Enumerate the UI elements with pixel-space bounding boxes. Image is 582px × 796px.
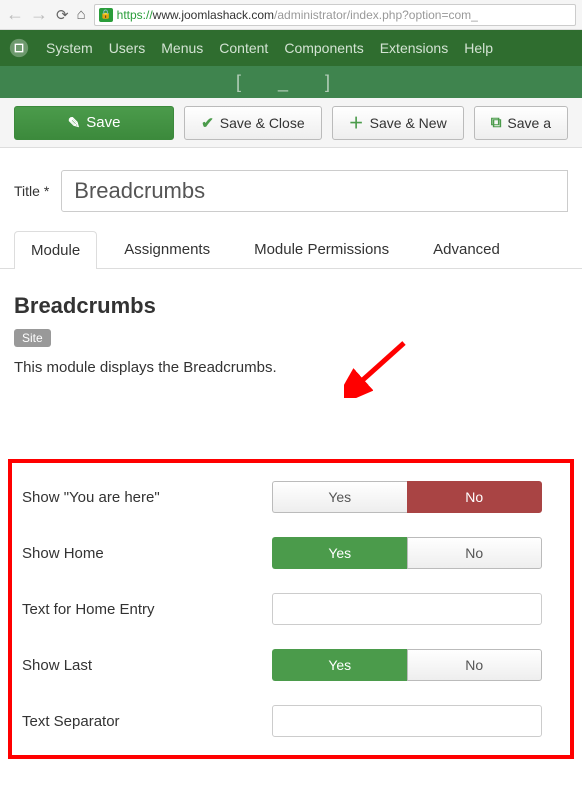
tabs: Module Assignments Module Permissions Ad…: [0, 212, 582, 269]
toggle-no[interactable]: No: [407, 537, 543, 569]
title-label: Title *: [14, 183, 49, 199]
field-show-home: Show Home Yes No: [22, 537, 560, 569]
copy-icon: ⧉: [491, 114, 502, 131]
toggle-no[interactable]: No: [407, 481, 543, 513]
menu-help[interactable]: Help: [464, 40, 493, 56]
input-text-home-entry[interactable]: [272, 593, 542, 625]
field-show-you-are-here: Show "You are here" Yes No: [22, 481, 560, 513]
menu-extensions[interactable]: Extensions: [380, 40, 448, 56]
input-text-separator[interactable]: [272, 705, 542, 737]
menu-components[interactable]: Components: [284, 40, 363, 56]
field-text-separator: Text Separator: [22, 705, 560, 737]
url-host: www.joomlashack.com: [153, 8, 274, 22]
toggle-you-are-here[interactable]: Yes No: [272, 481, 542, 513]
toggle-yes[interactable]: Yes: [272, 649, 407, 681]
secondary-bar: [ _ ]: [0, 66, 582, 98]
toggle-show-home[interactable]: Yes No: [272, 537, 542, 569]
toggle-no[interactable]: No: [407, 649, 543, 681]
lock-icon: 🔒: [99, 8, 113, 22]
admin-topbar: System Users Menus Content Components Ex…: [0, 30, 582, 66]
toggle-yes[interactable]: Yes: [272, 537, 407, 569]
save-close-label: Save & Close: [220, 115, 305, 131]
plus-icon: ＋: [349, 112, 364, 133]
save-close-button[interactable]: ✔ Save & Close: [184, 106, 321, 140]
title-row: Title *: [0, 148, 582, 212]
field-label: Show Home: [22, 545, 272, 562]
field-label: Show "You are here": [22, 489, 272, 506]
field-label: Text Separator: [22, 713, 272, 730]
save-new-button[interactable]: ＋ Save & New: [332, 106, 464, 140]
url-path: /administrator/index.php?option=com_: [274, 8, 478, 22]
field-text-home-entry: Text for Home Entry: [22, 593, 560, 625]
site-badge: Site: [14, 329, 51, 347]
save-new-label: Save & New: [370, 115, 447, 131]
forward-button[interactable]: →: [30, 4, 48, 25]
menu-system[interactable]: System: [46, 40, 93, 56]
title-input[interactable]: [61, 170, 568, 212]
home-button[interactable]: ⌂: [77, 6, 86, 23]
module-description: This module displays the Breadcrumbs.: [14, 359, 568, 376]
field-show-last: Show Last Yes No: [22, 649, 560, 681]
toggle-yes[interactable]: Yes: [272, 481, 407, 513]
tab-assignments[interactable]: Assignments: [107, 230, 227, 268]
tab-advanced[interactable]: Advanced: [416, 230, 517, 268]
save-copy-button[interactable]: ⧉ Save a: [474, 106, 568, 140]
tab-module[interactable]: Module: [14, 231, 97, 269]
toggle-show-last[interactable]: Yes No: [272, 649, 542, 681]
field-label: Show Last: [22, 657, 272, 674]
back-button[interactable]: ←: [6, 4, 24, 25]
url-protocol: https://: [117, 8, 153, 22]
save-icon: ✎: [68, 114, 81, 132]
check-icon: ✔: [201, 114, 214, 132]
url-bar[interactable]: 🔒 https://www.joomlashack.com/administra…: [94, 4, 576, 26]
module-body: Breadcrumbs Site This module displays th…: [0, 269, 582, 783]
joomla-icon: [8, 37, 30, 59]
tab-module-permissions[interactable]: Module Permissions: [237, 230, 406, 268]
toolbar: ✎ Save ✔ Save & Close ＋ Save & New ⧉ Sav…: [0, 98, 582, 148]
save-button[interactable]: ✎ Save: [14, 106, 174, 140]
reload-button[interactable]: ⟳: [56, 6, 69, 24]
save-copy-label: Save a: [507, 115, 551, 131]
save-label: Save: [86, 114, 120, 131]
highlighted-settings-box: Show "You are here" Yes No Show Home Yes…: [8, 459, 574, 759]
menu-menus[interactable]: Menus: [161, 40, 203, 56]
menu-users[interactable]: Users: [109, 40, 146, 56]
browser-chrome: ← → ⟳ ⌂ 🔒 https://www.joomlashack.com/ad…: [0, 0, 582, 30]
module-heading: Breadcrumbs: [14, 293, 568, 319]
menu-content[interactable]: Content: [219, 40, 268, 56]
field-label: Text for Home Entry: [22, 601, 272, 618]
